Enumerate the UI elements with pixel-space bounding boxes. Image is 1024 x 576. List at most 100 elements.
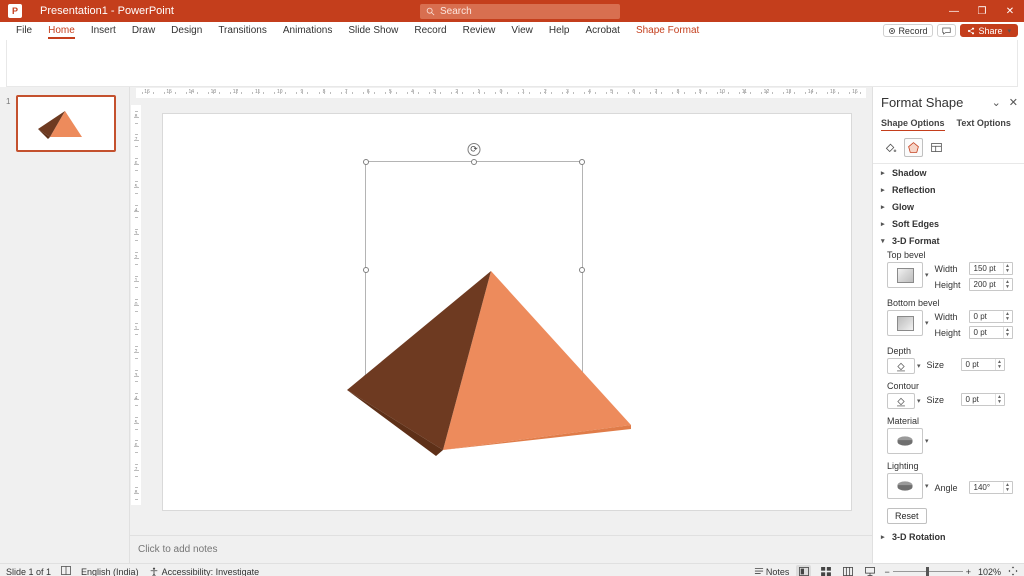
zoom-slider[interactable]: − + <box>884 567 971 576</box>
chevron-down-icon[interactable]: ▾ <box>917 362 921 370</box>
section-reflection[interactable]: ▸ Reflection <box>873 181 1024 198</box>
depth-color-gallery[interactable]: ▾ <box>887 358 921 374</box>
top-bevel-height-label: Height <box>934 279 961 290</box>
reset-button[interactable]: Reset <box>887 508 927 524</box>
bottom-bevel-preview[interactable] <box>887 310 923 336</box>
chevron-down-icon[interactable]: ▾ <box>925 482 929 490</box>
spinner-arrows-icon[interactable]: ▲ ▼ <box>994 359 1004 370</box>
lighting-preview[interactable] <box>887 473 923 499</box>
chevron-right-icon: ▸ <box>881 533 885 541</box>
contour-size-input[interactable]: 0 pt ▲ ▼ <box>960 393 1005 406</box>
tab-help[interactable]: Help <box>541 23 578 38</box>
contour-color-preview[interactable] <box>887 393 915 409</box>
spinner-arrows-icon[interactable]: ▲ ▼ <box>1002 327 1012 338</box>
tab-file[interactable]: File <box>8 23 40 38</box>
notes-button[interactable]: Notes <box>754 567 789 576</box>
section-shadow[interactable]: ▸ Shadow <box>873 164 1024 181</box>
spinner-arrows-icon[interactable]: ▲ ▼ <box>1002 263 1012 274</box>
tab-review[interactable]: Review <box>455 23 504 38</box>
tab-view[interactable]: View <box>503 23 541 38</box>
zoom-slider-track[interactable] <box>892 567 963 576</box>
slides-thumbnail-panel[interactable]: 1 <box>0 87 130 563</box>
tab-record[interactable]: Record <box>406 23 454 38</box>
view-reading-button[interactable] <box>840 565 855 576</box>
accessibility-status[interactable]: Accessibility: Investigate <box>149 567 259 576</box>
spinner-arrows-icon[interactable]: ▲ ▼ <box>1002 279 1012 290</box>
chevron-down-icon[interactable]: ▾ <box>925 271 929 279</box>
effects-pentagon-icon[interactable] <box>904 138 923 157</box>
restore-button[interactable]: ❐ <box>968 0 996 22</box>
top-bevel-gallery[interactable]: ▾ <box>887 262 929 288</box>
resize-handle-n[interactable] <box>471 159 477 165</box>
lighting-angle-input[interactable]: 140° ▲ ▼ <box>968 481 1013 494</box>
rotation-handle[interactable]: ⟳ <box>467 143 481 156</box>
minimize-button[interactable]: — <box>940 0 968 22</box>
bottom-bevel-gallery[interactable]: ▾ <box>887 310 929 336</box>
tab-slide-show[interactable]: Slide Show <box>340 23 406 38</box>
share-button[interactable]: Share ▾ <box>960 24 1018 37</box>
top-bevel-height-input[interactable]: 200 pt ▲ ▼ <box>968 278 1013 291</box>
slide-layout-icon[interactable] <box>61 566 71 576</box>
slide-thumbnail-1[interactable] <box>16 95 116 152</box>
contour-color-gallery[interactable]: ▾ <box>887 393 921 409</box>
tab-animations[interactable]: Animations <box>275 23 340 38</box>
chevron-down-icon[interactable]: ▾ <box>925 319 929 327</box>
notes-pane[interactable]: Click to add notes <box>130 535 872 563</box>
fill-line-icon[interactable] <box>881 138 900 157</box>
material-preview[interactable] <box>887 428 923 454</box>
section-3d-rotation[interactable]: ▸ 3-D Rotation <box>873 528 1024 545</box>
tab-transitions[interactable]: Transitions <box>210 23 275 38</box>
top-bevel-preview[interactable] <box>887 262 923 288</box>
share-icon <box>968 27 975 34</box>
search-input[interactable]: Search <box>420 3 620 19</box>
fit-to-window-button[interactable] <box>1008 565 1018 576</box>
bottom-bevel-width-input[interactable]: 0 pt ▲ ▼ <box>968 310 1013 323</box>
collapse-pane-icon[interactable]: ⌄ <box>992 96 1001 109</box>
zoom-out-button[interactable]: − <box>884 567 889 576</box>
record-button[interactable]: Record <box>883 24 934 37</box>
spinner-arrows-icon[interactable]: ▲ ▼ <box>994 394 1004 405</box>
section-soft-edges[interactable]: ▸ Soft Edges <box>873 215 1024 232</box>
tab-shape-options[interactable]: Shape Options <box>881 118 945 131</box>
resize-handle-ne[interactable] <box>579 159 585 165</box>
view-slide-show-button[interactable] <box>862 565 877 576</box>
material-gallery[interactable]: ▾ <box>887 428 929 454</box>
ruler-tick <box>196 91 198 94</box>
spinner-arrows-icon[interactable]: ▲ ▼ <box>1002 482 1012 493</box>
tab-text-options[interactable]: Text Options <box>957 118 1011 130</box>
horizontal-ruler[interactable]: 1615141312111098765432101234567891011121… <box>130 87 872 99</box>
resize-handle-nw[interactable] <box>363 159 369 165</box>
close-pane-icon[interactable]: ✕ <box>1009 96 1018 109</box>
top-bevel-width-input[interactable]: 150 pt ▲ ▼ <box>968 262 1013 275</box>
comment-icon <box>942 27 952 35</box>
zoom-slider-thumb[interactable] <box>926 567 930 576</box>
zoom-percent-label[interactable]: 102% <box>978 567 1001 576</box>
tab-acrobat[interactable]: Acrobat <box>577 23 627 38</box>
ruler-tick <box>133 116 139 118</box>
depth-size-input[interactable]: 0 pt ▲ ▼ <box>960 358 1005 371</box>
tab-shape-format[interactable]: Shape Format <box>628 23 707 38</box>
section-3d-format[interactable]: ▾ 3-D Format <box>873 232 1024 249</box>
bottom-bevel-height-input[interactable]: 0 pt ▲ ▼ <box>968 326 1013 339</box>
size-properties-icon[interactable] <box>927 138 946 157</box>
tab-draw[interactable]: Draw <box>124 23 163 38</box>
tab-insert[interactable]: Insert <box>83 23 124 38</box>
view-slide-sorter-button[interactable] <box>818 565 833 576</box>
spinner-arrows-icon[interactable]: ▲ ▼ <box>1002 311 1012 322</box>
close-button[interactable]: ✕ <box>996 0 1024 22</box>
tab-home[interactable]: Home <box>40 23 83 39</box>
vertical-ruler[interactable]: 87654321012345678 <box>130 99 142 535</box>
section-glow[interactable]: ▸ Glow <box>873 198 1024 215</box>
zoom-in-button[interactable]: + <box>966 567 971 576</box>
comments-button[interactable] <box>937 24 957 37</box>
ruler-tick <box>473 91 475 94</box>
chevron-down-icon[interactable]: ▾ <box>917 397 921 405</box>
lighting-gallery[interactable]: ▾ <box>887 473 929 499</box>
pyramid-3d-shape[interactable] <box>341 262 641 472</box>
chevron-down-icon[interactable]: ▾ <box>925 437 929 445</box>
view-normal-button[interactable] <box>796 565 812 576</box>
language-label[interactable]: English (India) <box>81 567 139 576</box>
depth-color-preview[interactable] <box>887 358 915 374</box>
slide-canvas[interactable]: ⟳ <box>162 113 852 511</box>
tab-design[interactable]: Design <box>163 23 210 38</box>
